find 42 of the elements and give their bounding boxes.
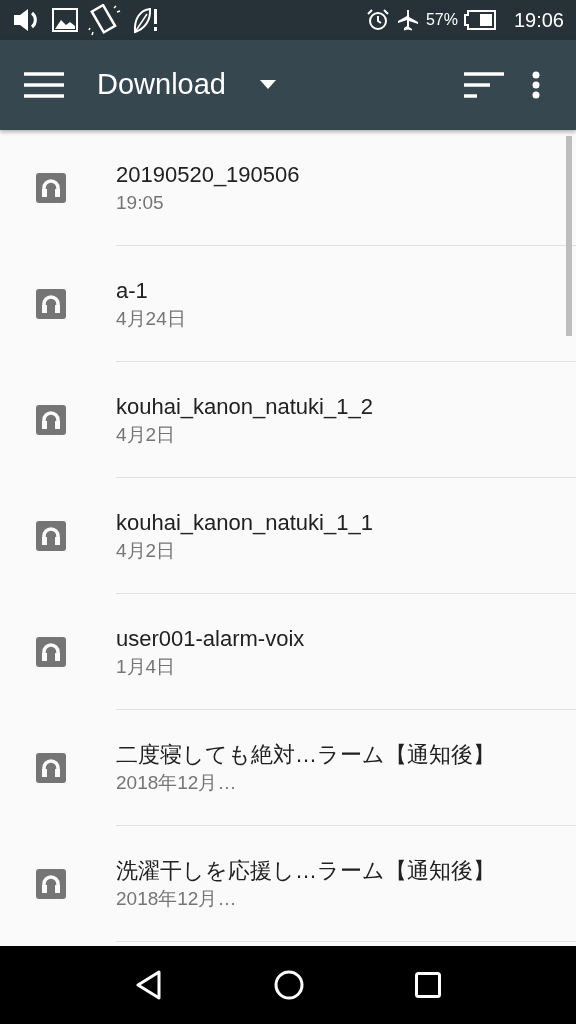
leaf-alert-icon — [132, 5, 160, 35]
menu-icon[interactable] — [24, 72, 64, 98]
file-date: 4月24日 — [116, 306, 187, 331]
headphones-icon — [36, 405, 66, 435]
home-icon[interactable] — [274, 970, 304, 1000]
recent-apps-icon[interactable] — [414, 972, 441, 998]
file-name: user001-alarm-voix — [116, 624, 306, 653]
clock-time: 19:06 — [513, 8, 564, 33]
image-icon — [52, 8, 78, 32]
rotate-icon — [88, 4, 122, 36]
file-date: 4月2日 — [116, 422, 177, 447]
file-row[interactable]: kouhai_kanon_natuki_1_2 4月2日 — [0, 362, 576, 478]
file-name: 二度寝しても絶対…ラーム【通知後】 — [116, 740, 496, 769]
file-name: 洗濯干しを応援し…ラーム【通知後】 — [116, 856, 496, 885]
battery-percent: 57% — [425, 10, 458, 30]
file-date: 19:05 — [116, 190, 165, 215]
file-date: 4月2日 — [116, 538, 177, 563]
file-name: 20190520_190506 — [116, 160, 301, 189]
back-icon[interactable] — [135, 970, 164, 1000]
file-row[interactable]: kouhai_kanon_natuki_1_1 4月2日 — [0, 478, 576, 594]
headphones-icon — [36, 637, 66, 667]
file-row[interactable]: 洗濯干しを応援し…ラーム【通知後】 2018年12月… — [0, 826, 576, 942]
alarm-clock-icon — [365, 8, 390, 32]
headphones-icon — [36, 289, 66, 319]
folder-title[interactable]: Download — [97, 63, 226, 107]
airplane-icon — [395, 8, 420, 32]
file-row[interactable]: 二度寝しても絶対…ラーム【通知後】 2018年12月… — [0, 710, 576, 826]
headphones-icon — [36, 173, 66, 203]
file-name: kouhai_kanon_natuki_1_1 — [116, 508, 374, 537]
file-row[interactable]: user001-alarm-voix 1月4日 — [0, 594, 576, 710]
headphones-icon — [36, 753, 66, 783]
battery-icon — [463, 10, 496, 30]
dropdown-caret-icon[interactable] — [260, 80, 276, 90]
file-date: 1月4日 — [116, 654, 177, 679]
file-name: kouhai_kanon_natuki_1_2 — [116, 392, 374, 421]
headphones-icon — [36, 521, 66, 551]
more-options-icon[interactable] — [532, 71, 540, 99]
file-date: 2018年12月… — [116, 886, 238, 911]
headphones-icon — [36, 869, 66, 899]
file-date: 2018年12月… — [116, 770, 238, 795]
file-name: a-1 — [116, 276, 149, 305]
sort-icon[interactable] — [464, 72, 504, 98]
